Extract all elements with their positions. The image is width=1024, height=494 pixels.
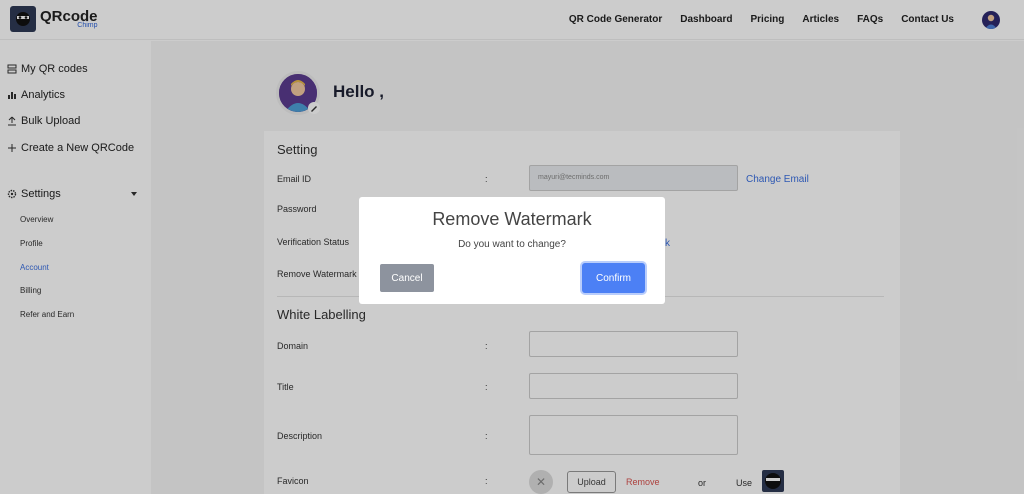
remove-watermark-dialog: Remove Watermark Do you want to change? … — [359, 197, 665, 304]
dialog-message: Do you want to change? — [458, 239, 566, 250]
cancel-button[interactable]: Cancel — [380, 264, 434, 292]
confirm-button[interactable]: Confirm — [582, 263, 645, 293]
dialog-title: Remove Watermark — [432, 209, 592, 229]
